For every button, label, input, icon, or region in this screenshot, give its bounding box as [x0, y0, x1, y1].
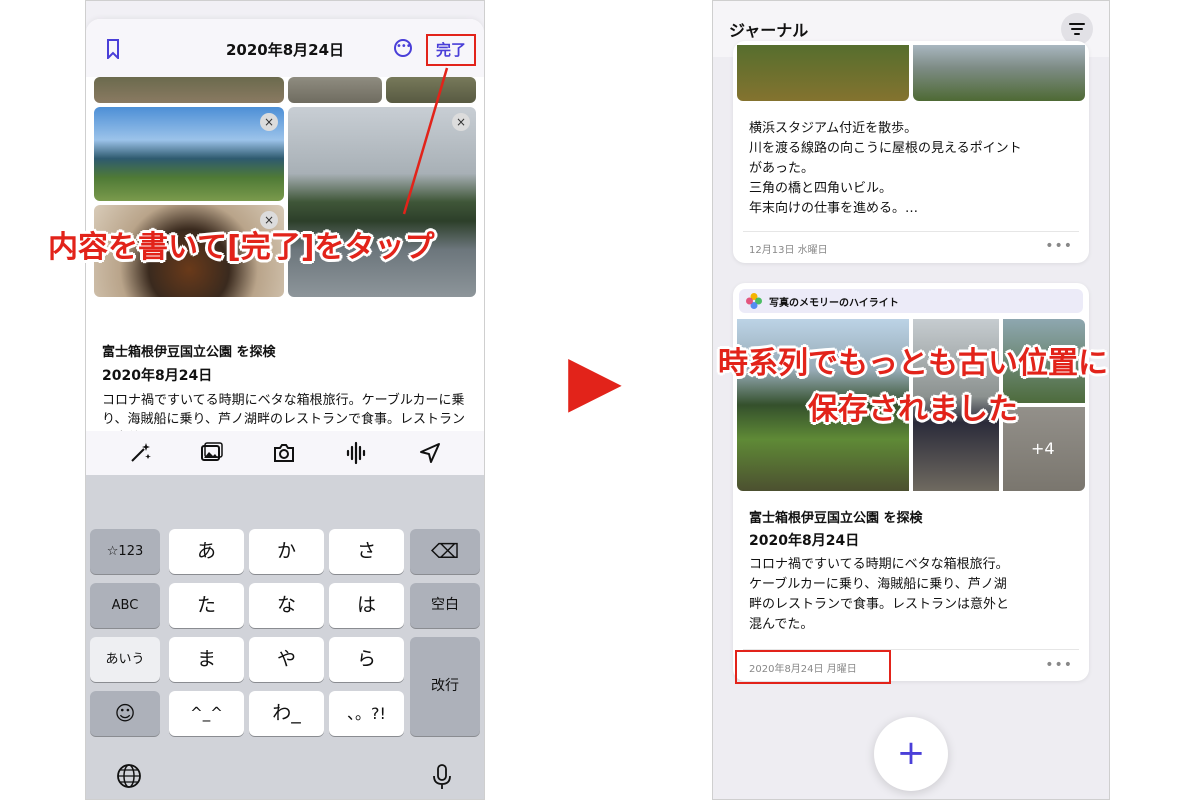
entry-photo [737, 45, 909, 101]
key-abc-mode[interactable]: ABC [90, 583, 160, 628]
microphone-icon[interactable] [430, 763, 454, 791]
key-backspace[interactable]: ⌫ [410, 529, 480, 574]
memory-highlight-label: 写真のメモリーのハイライト [769, 298, 899, 309]
photo-mountain-mist[interactable]: × [288, 107, 476, 297]
key-a[interactable]: あ [169, 529, 244, 574]
key-kaomoji[interactable]: ^_^ [169, 691, 244, 736]
entry-title: 富士箱根伊豆国立公園 を探検 [749, 511, 923, 526]
entry-line: 年末向けの仕事を進める。… [749, 201, 919, 216]
entry-more-icon[interactable]: ••• [1045, 657, 1073, 673]
remove-photo-icon[interactable]: × [452, 113, 470, 131]
key-return[interactable]: 改行 [410, 637, 480, 736]
magic-wand-icon[interactable] [128, 441, 152, 465]
entry-line: 横浜スタジアム付近を散歩。 [749, 121, 918, 136]
globe-icon[interactable] [116, 763, 142, 789]
key-kana-mode[interactable]: あいう [90, 637, 160, 682]
entry-body-content: コロナ禍ですいてる時期にベタな箱根旅行。ケーブルカーに乗り、海賊船に乗り、芦ノ湖… [102, 393, 465, 427]
entry-line: コロナ禍ですいてる時期にベタな箱根旅行。 [749, 557, 1009, 572]
camera-icon[interactable] [272, 441, 296, 465]
key-number-mode[interactable]: ☆123 [90, 529, 160, 574]
key-punctuation[interactable]: 、。?! [329, 691, 404, 736]
filter-icon [1069, 23, 1085, 35]
key-emoji[interactable]: ☺ [90, 691, 160, 736]
photo-thumbnail[interactable] [94, 77, 284, 103]
location-arrow-icon[interactable] [418, 441, 442, 465]
journal-title: ジャーナル [729, 21, 809, 40]
entry-more-icon[interactable]: ••• [1045, 238, 1073, 254]
key-sa[interactable]: さ [329, 529, 404, 574]
more-photos-count: +4 [1031, 439, 1055, 458]
photos-app-icon [746, 293, 762, 309]
entry-date: 2020年8月24日 [749, 533, 860, 549]
photo-thumbnail[interactable] [288, 77, 382, 103]
add-entry-button[interactable]: + [874, 717, 948, 791]
editor-toolbar [86, 431, 484, 476]
key-ta[interactable]: た [169, 583, 244, 628]
key-na[interactable]: な [249, 583, 324, 628]
photo-lake-view[interactable]: × [94, 107, 284, 201]
left-annotation-callout: 内容を書いて[完了]をタップ [48, 230, 435, 265]
entry-body-text[interactable]: コロナ禍ですいてる時期にベタな箱根旅行。ケーブルカーに乗り、海賊船に乗り、芦ノ湖… [102, 391, 472, 431]
japanese-keyboard: ☆123 あ か さ ⌫ ABC た な は 空白 あいう ま や ら 改行 ☺… [86, 475, 484, 799]
entry-line: 畔のレストランで食事。レストランは意外と [749, 597, 1010, 612]
key-space[interactable]: 空白 [410, 583, 480, 628]
key-ha[interactable]: は [329, 583, 404, 628]
key-ma[interactable]: ま [169, 637, 244, 682]
right-annotation-callout-line2: 保存されました [808, 392, 1018, 427]
entry-footer-date: 12月13日 水曜日 [749, 245, 828, 256]
entry-photo [913, 45, 1085, 101]
key-ya[interactable]: や [249, 637, 324, 682]
more-options-icon[interactable]: ••• [394, 39, 412, 57]
date-highlight-box [735, 650, 891, 684]
key-ra[interactable]: ら [329, 637, 404, 682]
right-annotation-callout-line1: 時系列でもっとも古い位置に [718, 346, 1108, 381]
entry-title[interactable]: 富士箱根伊豆国立公園 を探検 [102, 341, 276, 360]
photo-library-icon[interactable] [200, 441, 224, 465]
left-screenshot: 2020年8月24日 ••• 完了 × × × 富士箱根伊豆国立公園 を探検 2… [85, 0, 485, 800]
editor-date-title: 2020年8月24日 [225, 41, 345, 59]
entry-line: 三角の橋と四角いビル。 [749, 181, 893, 196]
memory-highlight-badge: 写真のメモリーのハイライト [739, 289, 1083, 313]
key-ka[interactable]: か [249, 529, 324, 574]
done-highlight-box [426, 34, 476, 66]
entry-line: 川を渡る線路の向こうに屋根の見えるポイント [749, 141, 1022, 156]
entry-line: ケーブルカーに乗り、海賊船に乗り、芦ノ湖 [749, 577, 1007, 592]
entry-line: 混んでた。 [749, 617, 814, 632]
entry-date[interactable]: 2020年8月24日 [102, 365, 212, 385]
editor-header: 2020年8月24日 ••• 完了 [86, 19, 484, 77]
waveform-icon[interactable] [344, 441, 368, 465]
photo-thumbnail[interactable] [386, 77, 476, 103]
remove-photo-icon[interactable]: × [260, 113, 278, 131]
key-wa[interactable]: わ_ [249, 691, 324, 736]
transition-arrow-icon: ▶ [568, 339, 622, 421]
entry-line: があった。 [749, 161, 815, 176]
journal-entry-card[interactable]: 横浜スタジアム付近を散歩。 川を渡る線路の向こうに屋根の見えるポイント があった… [733, 41, 1089, 263]
